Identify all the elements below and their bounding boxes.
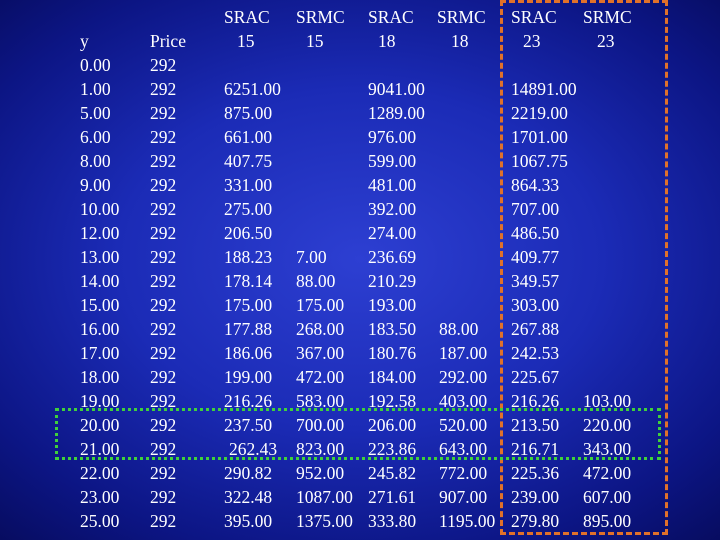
cell-srmc15: 268.00 [296,319,345,339]
cost-table-slide: SRAC 15 SRMC 15 SRAC 18 SRMC 18 SRAC 23 … [0,0,720,540]
cell-y: 9.00 [80,175,111,195]
cell-price: 292 [150,223,177,243]
cell-price: 292 [150,319,177,339]
cell-srac18: 210.29 [368,271,417,291]
cell-srmc15: 1087.00 [296,487,353,507]
cell-srac15: 875.00 [224,103,273,123]
cell-srac18: 481.00 [368,175,417,195]
header-srmc18-label: SRMC [437,7,486,27]
cell-y: 25.00 [80,511,120,531]
header-srac15-label: SRAC [224,7,270,27]
cell-srmc18: 1195.00 [439,511,496,531]
cell-y: 12.00 [80,223,120,243]
cell-srac15: 661.00 [224,127,273,147]
cell-y: 15.00 [80,295,120,315]
cell-srac18: 183.50 [368,319,417,339]
cell-srac18: 236.69 [368,247,417,267]
header-srmc18-size: 18 [451,31,469,51]
cell-srac18: 184.00 [368,367,417,387]
cell-srac15: 331.00 [224,175,273,195]
cell-price: 292 [150,463,177,483]
cell-srmc15: 367.00 [296,343,345,363]
header-srac18-size: 18 [378,31,396,51]
cell-srac15: 206.50 [224,223,273,243]
cell-price: 292 [150,367,177,387]
cell-y: 1.00 [80,79,111,99]
cell-srmc15: 1375.00 [296,511,353,531]
cell-price: 292 [150,151,177,171]
header-srmc15-label: SRMC [296,7,345,27]
cell-price: 292 [150,247,177,267]
cell-srac18: 333.80 [368,511,417,531]
cell-price: 292 [150,271,177,291]
cell-srac15: 6251.00 [224,79,281,99]
header-y: y [80,31,89,51]
cell-srmc18: 88.00 [439,319,479,339]
cell-y: 16.00 [80,319,120,339]
cell-srmc18: 772.00 [439,463,488,483]
cell-srac18: 245.82 [368,463,417,483]
cell-srac15: 188.23 [224,247,273,267]
cell-y: 0.00 [80,55,111,75]
cell-srac15: 322.48 [224,487,273,507]
header-price: Price [150,31,186,51]
cell-y: 13.00 [80,247,120,267]
header-srac15-size: 15 [237,31,255,51]
cell-price: 292 [150,175,177,195]
cell-srmc15: 472.00 [296,367,345,387]
cell-srac18: 274.00 [368,223,417,243]
cell-price: 292 [150,295,177,315]
cell-y: 17.00 [80,343,120,363]
cell-srac15: 177.88 [224,319,273,339]
cell-y: 14.00 [80,271,120,291]
cell-y: 6.00 [80,127,111,147]
cell-srmc18: 292.00 [439,367,488,387]
cell-y: 5.00 [80,103,111,123]
header-srac18-label: SRAC [368,7,414,27]
cell-price: 292 [150,55,177,75]
cell-y: 18.00 [80,367,120,387]
cell-srac18: 193.00 [368,295,417,315]
cell-srmc15: 175.00 [296,295,345,315]
cell-price: 292 [150,127,177,147]
cell-price: 292 [150,103,177,123]
cell-y: 23.00 [80,487,120,507]
cell-srac15: 186.06 [224,343,273,363]
cell-srac18: 392.00 [368,199,417,219]
cell-srac18: 599.00 [368,151,417,171]
header-srmc15-size: 15 [306,31,324,51]
cell-srac15: 395.00 [224,511,273,531]
cell-srmc18: 187.00 [439,343,488,363]
cell-srac18: 9041.00 [368,79,425,99]
cell-srmc18: 907.00 [439,487,488,507]
cell-price: 292 [150,79,177,99]
cell-srac15: 290.82 [224,463,273,483]
cell-srac18: 976.00 [368,127,417,147]
cell-srmc15: 88.00 [296,271,336,291]
cell-y: 22.00 [80,463,120,483]
cell-y: 8.00 [80,151,111,171]
cell-srac15: 275.00 [224,199,273,219]
cell-srac15: 199.00 [224,367,273,387]
cell-srac18: 1289.00 [368,103,425,123]
cell-srac15: 175.00 [224,295,273,315]
highlight-rows-20-21 [55,408,661,460]
cell-price: 292 [150,487,177,507]
cell-srac18: 180.76 [368,343,417,363]
cell-price: 292 [150,199,177,219]
cell-srac15: 407.75 [224,151,273,171]
cell-y: 10.00 [80,199,120,219]
cell-price: 292 [150,511,177,531]
cell-srmc15: 7.00 [296,247,327,267]
cell-srac15: 178.14 [224,271,273,291]
cell-srac18: 271.61 [368,487,417,507]
cell-price: 292 [150,343,177,363]
cell-srmc15: 952.00 [296,463,345,483]
